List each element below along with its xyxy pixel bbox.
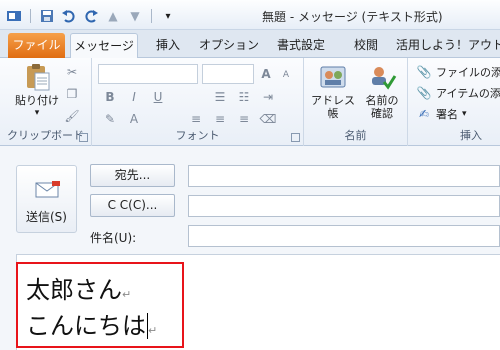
group-clipboard: 貼り付け ▾ ✂ ❐ 🖌 クリップボード [0,58,92,146]
font-color-icon[interactable]: A [126,111,142,127]
align-left-icon[interactable]: ≡ [188,111,204,127]
tab-outlook-tips[interactable]: 活用しよう！アウトル [396,33,500,58]
clear-format-icon[interactable]: ⌫ [260,111,277,127]
tab-format[interactable]: 書式設定 [270,33,332,58]
cc-field[interactable] [188,195,500,217]
check-names-button[interactable]: 名前の 確認 [360,62,404,120]
clipboard-launcher-icon[interactable] [79,133,88,142]
message-header: 送信(S) 宛先... C C(C)... 件名(U): [0,147,500,252]
grow-font-icon[interactable]: A [258,66,274,82]
format-painter-icon[interactable]: 🖌 [64,108,80,124]
check-names-icon [367,62,397,92]
paragraph-mark-icon: ↵ [122,288,132,301]
insert-group-label: 挿入 [460,129,482,142]
window-title: 無題 - メッセージ (テキスト形式) [262,10,443,24]
body-line-2: こんにちは ↵ [26,306,157,341]
send-icon [34,180,62,203]
list-row: ☰ ☷ ⇥ [212,89,276,105]
ribbon: 貼り付け ▾ ✂ ❐ 🖌 クリップボード A A B I U ☰ ☷ ⇥ ✎ A [0,58,500,146]
redo-icon[interactable] [83,8,99,24]
cut-icon[interactable]: ✂ [64,64,80,80]
signature-button[interactable]: ✍ 署名 ▾ [416,106,467,122]
check-names-label-2: 確認 [371,107,393,120]
bold-button[interactable]: B [102,89,118,105]
address-book-label: アドレス帳 [311,94,355,120]
font-group-label: フォント [175,129,220,142]
send-label: 送信(S) [26,210,67,224]
attach-file-label: ファイルの添付 [436,66,500,79]
body-line-2-text: こんにちは [26,312,146,340]
highlight-icon[interactable]: ✎ [102,111,118,127]
cc-button[interactable]: C C(C)... [90,194,175,217]
signature-label: 署名 [436,108,458,121]
to-field[interactable] [188,165,500,187]
paragraph-mark-icon: ↵ [148,324,158,337]
body-line-1-text: 太郎さん [26,276,122,304]
signature-icon: ✍ [418,107,430,121]
subject-label: 件名(U): [90,231,137,245]
signature-dropdown-icon[interactable]: ▾ [462,109,467,119]
paperclip-icon: 📎 [416,65,432,79]
indent-icon[interactable]: ⇥ [260,89,276,105]
up-arrow-icon[interactable]: ▲ [105,8,121,24]
underline-button[interactable]: U [150,89,166,105]
copy-icon[interactable]: ❐ [64,86,80,102]
clipboard-group-label: クリップボード [7,129,84,142]
save-icon[interactable] [39,8,55,24]
color-row: ✎ A [102,111,142,127]
to-button[interactable]: 宛先... [90,164,175,187]
attach-item-label: アイテムの添付 [436,87,500,100]
attach-item-button[interactable]: 📎 アイテムの添付 [416,85,500,101]
separator [30,9,31,23]
paste-label: 貼り付け [15,94,59,107]
names-group-label: 名前 [344,129,367,142]
group-names: アドレス帳 名前の 確認 名前 [304,58,408,146]
bullets-icon[interactable]: ☰ [212,89,228,105]
tab-review[interactable]: 校閲 [344,33,388,58]
align-row: ≡ ≡ ≡ ⌫ [188,111,277,127]
group-insert: 📎 ファイルの添付 📎 アイテムの添付 ✍ 署名 ▾ 挿入 [408,58,500,146]
subject-field[interactable] [188,225,500,247]
paste-button[interactable]: 貼り付け ▾ [14,62,60,120]
send-button[interactable]: 送信(S) [16,165,77,233]
check-names-label-1: 名前の [365,94,399,107]
font-name-combo[interactable] [98,64,198,84]
italic-button[interactable]: I [126,89,142,105]
title-bar: ▲ ▼ ▾ 無題 - メッセージ (テキスト形式) [0,0,500,30]
align-center-icon[interactable]: ≡ [212,111,228,127]
body-line-1: 太郎さん↵ [26,270,131,305]
numbering-icon[interactable]: ☷ [236,89,252,105]
attach-item-icon: 📎 [416,86,432,100]
outlook-icon[interactable] [6,8,22,24]
address-book-button[interactable]: アドレス帳 [308,62,358,120]
tab-options[interactable]: オプション [198,33,260,58]
attach-file-button[interactable]: 📎 ファイルの添付 [416,64,500,80]
font-style-row: B I U [102,89,166,105]
group-font: A A B I U ☰ ☷ ⇥ ✎ A ≡ ≡ ≡ ⌫ フォント [92,58,304,146]
separator [151,9,152,23]
tab-message[interactable]: メッセージ [70,33,138,58]
paste-dropdown-icon[interactable]: ▾ [14,107,60,120]
font-launcher-icon[interactable] [291,133,300,142]
tab-file[interactable]: ファイル [8,33,65,58]
align-right-icon[interactable]: ≡ [236,111,252,127]
customize-qat-icon[interactable]: ▾ [160,8,176,24]
paste-icon [22,62,52,92]
font-size-combo[interactable] [202,64,254,84]
quick-access-toolbar: ▲ ▼ ▾ [6,8,176,24]
clipboard-small-buttons: ✂ ❐ 🖌 [64,64,80,124]
address-book-icon [318,62,348,92]
shrink-font-icon[interactable]: A [278,67,294,83]
undo-icon[interactable] [61,8,77,24]
tab-insert[interactable]: 挿入 [146,33,190,58]
ribbon-tabs: ファイル メッセージ 挿入 オプション 書式設定 校閲 活用しよう！アウトル [0,30,500,58]
down-arrow-icon[interactable]: ▼ [127,8,143,24]
